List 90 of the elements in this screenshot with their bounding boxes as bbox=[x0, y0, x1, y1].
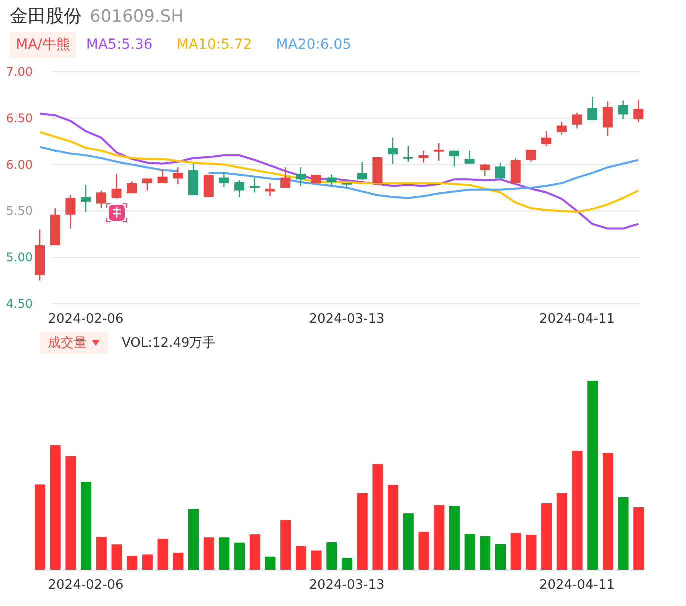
volume-bar bbox=[142, 554, 153, 570]
volume-bar bbox=[403, 514, 414, 570]
volume-bar bbox=[449, 506, 460, 570]
candlestick bbox=[634, 100, 644, 122]
stock-name: 金田股份 bbox=[10, 5, 82, 28]
axis-label: 6.00 bbox=[6, 158, 33, 172]
indicator-button[interactable]: MA/牛熊 bbox=[10, 32, 76, 58]
candlestick bbox=[496, 162, 506, 179]
axis-label: 2024-04-11 bbox=[539, 312, 616, 327]
candlestick bbox=[572, 112, 582, 129]
candlestick bbox=[434, 143, 444, 162]
axis-label: 5.50 bbox=[6, 204, 33, 218]
ma-reading: MA20:6.05 bbox=[276, 37, 352, 53]
candlestick bbox=[542, 131, 552, 146]
candlestick bbox=[588, 97, 598, 120]
volume-bar bbox=[634, 507, 644, 570]
candlestick bbox=[250, 178, 260, 193]
volume-bar bbox=[296, 546, 306, 570]
candlestick bbox=[449, 150, 460, 167]
candlestick bbox=[112, 174, 122, 200]
ma-reading: MA5:5.36 bbox=[86, 37, 153, 53]
candlestick bbox=[526, 150, 536, 162]
stock-code: 601609.SH bbox=[90, 7, 184, 27]
volume-bar bbox=[496, 544, 506, 570]
candlestick bbox=[158, 169, 168, 184]
candlestick bbox=[127, 182, 138, 194]
axis-label: 2024-02-06 bbox=[48, 578, 124, 593]
candlestick bbox=[265, 183, 276, 196]
candlestick bbox=[418, 150, 429, 163]
candlestick bbox=[204, 175, 214, 198]
volume-bar bbox=[112, 544, 122, 570]
caret-icon bbox=[92, 340, 100, 346]
candlestick bbox=[372, 157, 383, 184]
volume-bar bbox=[188, 509, 199, 570]
volume-bar bbox=[434, 505, 445, 570]
axis-label: 2024-02-06 bbox=[48, 312, 124, 327]
candlestick bbox=[618, 100, 628, 120]
candlestick bbox=[480, 164, 490, 176]
volume-bar bbox=[204, 538, 214, 570]
volume-button[interactable]: 成交量 bbox=[40, 332, 108, 354]
volume-bar bbox=[173, 552, 184, 570]
axis-label: 6.50 bbox=[6, 111, 33, 126]
axis-label: 5.00 bbox=[6, 250, 33, 265]
candlestick bbox=[357, 162, 368, 181]
volume-bar bbox=[418, 532, 430, 570]
volume-bar bbox=[326, 542, 338, 570]
candlestick bbox=[66, 195, 76, 229]
candlestick bbox=[81, 185, 92, 212]
axis-label: 2024-04-11 bbox=[539, 578, 616, 593]
candlestick bbox=[311, 175, 322, 184]
volume-reading: VOL:12.49万手 bbox=[122, 335, 216, 352]
candlestick bbox=[388, 138, 398, 164]
candlestick bbox=[280, 168, 291, 188]
volume-bar bbox=[96, 537, 107, 570]
candlestick bbox=[556, 122, 567, 136]
volume-bar bbox=[250, 534, 260, 570]
axis-label: 7.00 bbox=[6, 65, 33, 79]
volume-bar bbox=[280, 520, 292, 570]
axis-label: 2024-03-13 bbox=[309, 578, 385, 593]
candlestick bbox=[173, 168, 184, 184]
volume-bar bbox=[480, 536, 491, 570]
volume-bar bbox=[526, 535, 537, 570]
candlestick bbox=[464, 150, 475, 164]
volume-bar bbox=[265, 556, 276, 570]
candlestick bbox=[342, 183, 352, 188]
volume-bar bbox=[342, 558, 352, 570]
volume-bar bbox=[542, 504, 552, 570]
axis-label: 2024-03-13 bbox=[309, 312, 385, 327]
volume-bar bbox=[311, 550, 322, 570]
badge-icon bbox=[106, 204, 128, 222]
candlestick bbox=[510, 158, 521, 184]
candlestick bbox=[326, 175, 337, 186]
volume-bar bbox=[219, 538, 230, 570]
candlestick bbox=[142, 178, 152, 191]
volume-bar bbox=[510, 533, 522, 570]
volume-bar bbox=[234, 542, 246, 570]
candlestick bbox=[96, 190, 106, 208]
candlestick bbox=[602, 102, 613, 136]
candlestick bbox=[296, 168, 306, 186]
candlestick bbox=[188, 164, 198, 196]
volume-bar bbox=[464, 534, 476, 570]
candlestick bbox=[403, 146, 414, 162]
axis-label: 4.50 bbox=[6, 297, 33, 311]
volume-bar bbox=[158, 538, 168, 570]
candlestick bbox=[234, 180, 245, 198]
candlestick bbox=[219, 172, 230, 188]
candlestick bbox=[50, 208, 60, 246]
candlestick bbox=[35, 230, 45, 281]
ma-reading: MA10:5.72 bbox=[176, 37, 252, 53]
volume-bar bbox=[127, 556, 138, 570]
